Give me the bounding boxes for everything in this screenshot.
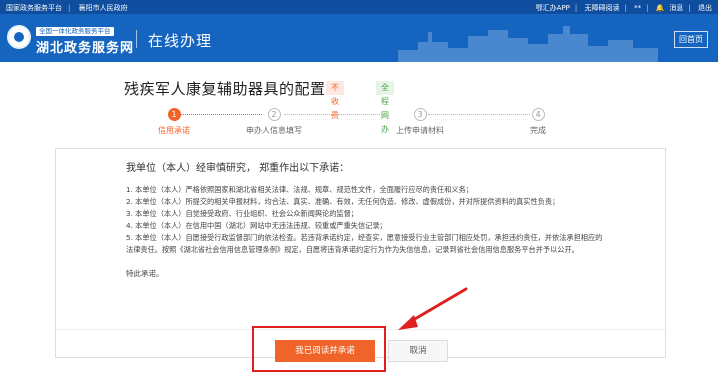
commitment-item: 3. 本单位（本人）自觉接受政府、行业组织、社会公众新闻舆论的监督；	[126, 209, 358, 218]
top-utility-bar: 国家政务服务平台 | 襄阳市人民政府 鄂汇办APP | 无障碍阅读 | ** | 🔔 消息…	[0, 0, 718, 14]
header-divider	[136, 30, 137, 48]
commitment-heading: 我单位（本人）经审慎研究， 郑重作出以下承诺：	[126, 163, 350, 174]
annotation-highlight-box	[252, 326, 386, 372]
online-badge: 全程网办	[376, 81, 394, 134]
site-header: 全国一体化政务服务平台 湖北政务服务网 在线办理 回首页	[0, 14, 718, 62]
topbar-separator: |	[574, 4, 578, 12]
app-link[interactable]: 鄂汇办APP	[536, 4, 570, 12]
gov-platform-link[interactable]: 国家政务服务平台	[6, 4, 62, 12]
step-upload-materials: 3 上传申请材料	[380, 108, 460, 136]
brand-subtitle: 全国一体化政务服务平台	[36, 27, 114, 36]
step-label: 信用承诺	[158, 126, 190, 135]
site-logo[interactable]	[7, 25, 31, 49]
bell-icon[interactable]: 🔔	[656, 4, 665, 12]
service-title: 残疾军人康复辅助器具的配置	[124, 80, 326, 98]
cancel-button[interactable]: 取消	[388, 340, 448, 362]
accessibility-link[interactable]: 无障碍阅读	[585, 4, 620, 12]
commitment-text: 我单位（本人）经审慎研究， 郑重作出以下承诺： 1. 本单位（本人）严格依照国家…	[126, 159, 606, 279]
fee-badge: 不收费	[326, 81, 344, 120]
commitment-item: 1. 本单位（本人）严格依照国家和湖北省相关法律、法规、规章、规范性文件，全面履…	[126, 185, 473, 194]
step-number: 2	[267, 108, 281, 121]
step-progress: 1 信用承诺 2 申办人信息填写 3 上传申请材料 4 完成	[124, 108, 594, 140]
topbar-separator: |	[68, 4, 71, 12]
service-title-row: 残疾军人康复辅助器具的配置 不收费 全程网办	[124, 78, 394, 134]
messages-link[interactable]: 消息	[669, 4, 683, 12]
city-government-link[interactable]: 襄阳市人民政府	[79, 4, 128, 12]
step-number: 4	[531, 108, 545, 121]
step-label: 上传申请材料	[396, 126, 444, 135]
step-number: 1	[167, 108, 181, 121]
commitment-item: 4. 本单位（本人）在信用中国（湖北）网站中无违法违规、较重或严重失信记录；	[126, 221, 387, 230]
annotation-arrow-icon	[398, 287, 468, 330]
user-name[interactable]: **	[634, 4, 641, 12]
home-button[interactable]: 回首页	[674, 31, 708, 48]
step-credit-commitment: 1 信用承诺	[134, 108, 214, 136]
commitment-closing: 特此承诺。	[126, 269, 164, 278]
logout-link[interactable]: 退出	[698, 4, 712, 12]
topbar-separator: |	[688, 4, 691, 12]
topbar-separator: |	[624, 4, 627, 12]
page-title: 在线办理	[148, 32, 213, 50]
step-complete: 4 完成	[498, 108, 578, 136]
city-skyline-decoration	[398, 26, 658, 62]
topbar-separator: |	[646, 4, 649, 12]
step-label: 完成	[530, 126, 546, 135]
step-label: 申办人信息填写	[246, 126, 302, 135]
step-applicant-info: 2 申办人信息填写	[234, 108, 314, 136]
brand-name[interactable]: 湖北政务服务网	[36, 37, 134, 56]
commitment-item: 5. 本单位（本人）自愿接受行政监督部门的依法检查。若违背承诺约定，经查实，愿意…	[126, 233, 603, 254]
step-number: 3	[413, 108, 427, 121]
commitment-item: 2. 本单位（本人）所提交的相关申报材料，均合法、真实、准确、有效，无任何伪造、…	[126, 197, 560, 206]
